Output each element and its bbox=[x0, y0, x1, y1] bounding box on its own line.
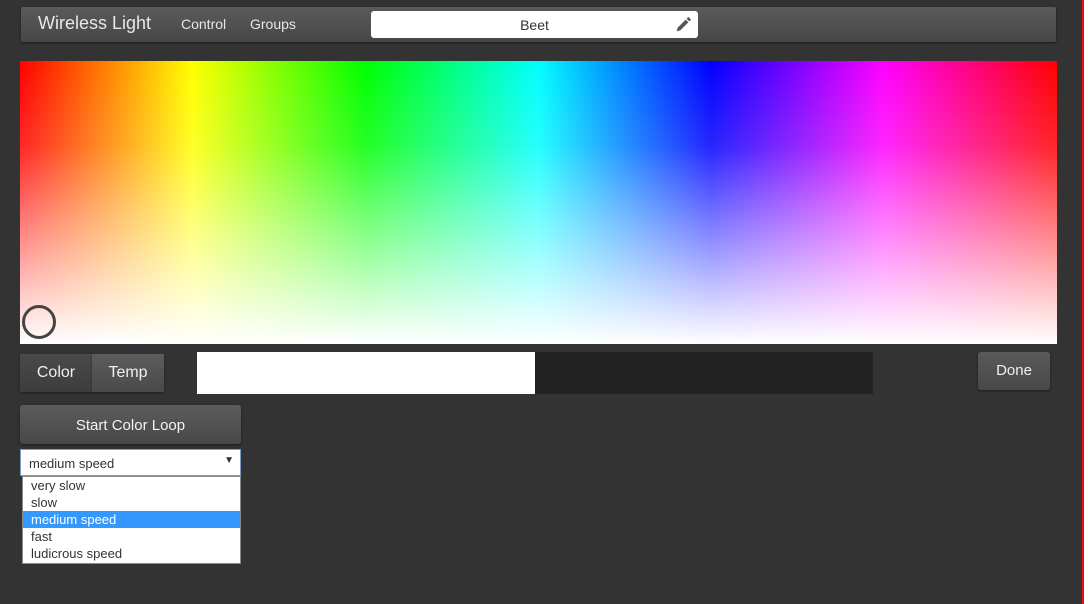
speed-option-fast[interactable]: fast bbox=[23, 528, 240, 545]
brightness-fill bbox=[197, 352, 535, 394]
nav-link-control[interactable]: Control bbox=[181, 16, 226, 32]
done-button[interactable]: Done bbox=[978, 352, 1050, 390]
color-picker[interactable] bbox=[20, 61, 1057, 344]
nav-link-groups[interactable]: Groups bbox=[250, 16, 296, 32]
loop-speed-select[interactable]: medium speed ▼ bbox=[20, 449, 241, 476]
loop-speed-value: medium speed bbox=[29, 456, 115, 471]
start-color-loop-button[interactable]: Start Color Loop bbox=[20, 405, 241, 444]
pencil-icon[interactable] bbox=[674, 16, 692, 34]
speed-option-slow[interactable]: slow bbox=[23, 494, 240, 511]
device-name-text: Beet bbox=[520, 17, 549, 33]
tab-color[interactable]: Color bbox=[20, 354, 92, 392]
window-border bbox=[1082, 0, 1088, 604]
speed-option-medium[interactable]: medium speed bbox=[23, 511, 240, 528]
device-name-field[interactable]: Beet bbox=[371, 11, 698, 38]
speed-option-ludicrous[interactable]: ludicrous speed bbox=[23, 545, 240, 562]
app-brand[interactable]: Wireless Light bbox=[38, 13, 151, 34]
navbar: Wireless Light Control Groups Beet bbox=[21, 7, 1056, 42]
color-picker-handle[interactable] bbox=[22, 305, 56, 339]
loop-speed-dropdown: very slow slow medium speed fast ludicro… bbox=[22, 476, 241, 564]
chevron-down-icon: ▼ bbox=[224, 455, 234, 466]
speed-option-very-slow[interactable]: very slow bbox=[23, 477, 240, 494]
brightness-slider[interactable] bbox=[197, 352, 873, 394]
tab-temp[interactable]: Temp bbox=[92, 354, 164, 392]
